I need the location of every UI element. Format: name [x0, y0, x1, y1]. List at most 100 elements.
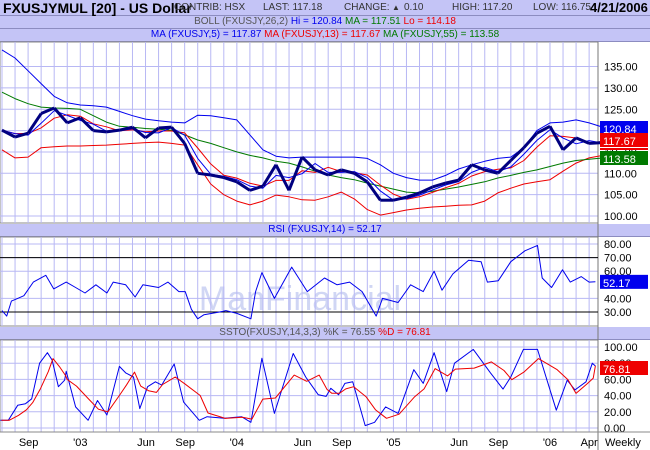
price-bar	[432, 181, 447, 189]
ssto-y-tick-label: 0.00	[604, 423, 625, 435]
ma-legend-bar: MA (FXUSJY,5) = 117.87 MA (FXUSJY,13) = …	[0, 29, 650, 42]
rsi-y-tick-label: 60.00	[604, 266, 632, 278]
ssto-k-line	[0, 348, 596, 427]
price-bar	[589, 141, 603, 145]
price-bar	[261, 163, 278, 187]
ma13-badge: 117.67	[603, 136, 636, 148]
triangle-up-icon: ▲	[392, 3, 400, 12]
rsi-panel-frame	[0, 236, 599, 327]
ssto-y-tick-label: 40.00	[604, 391, 632, 403]
price-bar	[561, 136, 578, 151]
x-tick-label: Jun	[294, 437, 312, 449]
rsi-badge: 52.17	[603, 278, 631, 290]
price-y-tick-label: 115.00	[604, 147, 637, 159]
price-y-tick-label: 130.00	[604, 83, 638, 95]
price-panel-frame	[0, 41, 599, 224]
ma55-badge-bg	[600, 151, 648, 165]
price-bar	[79, 116, 95, 132]
rsi-label: RSI (FXUSJY,14) = 52.17	[268, 224, 382, 235]
price-bar	[575, 136, 590, 145]
price-y-tick-label: 110.00	[604, 168, 637, 180]
x-tick-label: Sep	[489, 437, 509, 449]
price-bar	[210, 173, 225, 180]
price-bar	[471, 163, 486, 172]
symbol-title: FXUSJYMUL [20] - US Dollar	[3, 0, 192, 16]
price-bar	[457, 163, 473, 182]
low-price: LOW: 116.75	[533, 2, 591, 13]
price-bar	[393, 195, 407, 202]
price-bar	[301, 156, 317, 171]
ssto-y-tick-label: 60.00	[604, 374, 632, 386]
x-tick-label: '04	[230, 437, 244, 449]
price-bar	[536, 125, 551, 135]
ma5-label: MA (FXUSJY,5) = 117.87	[150, 29, 262, 40]
price-bar	[274, 164, 291, 192]
price-bar	[197, 171, 211, 177]
price-bar	[509, 146, 525, 162]
period-label: Weekly	[605, 437, 641, 449]
quote-date: 4/21/2006	[590, 0, 648, 15]
price-bar	[366, 180, 382, 202]
high-price: HIGH: 117.20	[452, 2, 513, 13]
rsi-y-tick-label: 80.00	[604, 239, 632, 251]
ma55-line	[1, 91, 603, 194]
price-bar	[353, 172, 369, 184]
price-bar	[131, 126, 147, 140]
ma13-line	[1, 114, 603, 200]
ssto-y-tick-label: 100.00	[604, 342, 638, 354]
x-tick-label: '03	[73, 437, 87, 449]
ssto-d-line	[1, 358, 596, 421]
rsi-badge-bg	[600, 274, 648, 289]
ma5-line	[1, 110, 603, 201]
price-bar	[287, 156, 304, 191]
boll-ma: MA = 117.51	[345, 16, 401, 27]
last-price: LAST: 117.18	[263, 2, 323, 13]
rsi-legend-bar: RSI (FXUSJY,14) = 52.17	[0, 224, 650, 237]
boll-lower-marker	[600, 148, 648, 150]
rsi-y-tick-label: 70.00	[604, 253, 632, 265]
boll-hi: Hi = 120.84	[290, 16, 343, 27]
x-tick-label: '06	[543, 437, 557, 449]
price-bar	[158, 125, 172, 130]
boll-legend-bar: BOLL (FXUSJY,26,2) Hi = 120.84 MA = 117.…	[0, 16, 650, 29]
price-bar	[119, 125, 133, 132]
x-tick-label: '05	[386, 437, 400, 449]
ssto-d-badge: 76.81	[603, 364, 631, 376]
x-tick-label: Apr	[581, 437, 598, 449]
watermark-logo: ManFinancial	[199, 280, 401, 318]
ssto-panel-frame	[0, 339, 599, 433]
ssto-y-tick-label: 80.00	[604, 358, 632, 370]
price-bar	[236, 180, 251, 192]
x-tick-label: Sep	[19, 437, 39, 449]
ma13-label: MA (FXUSJY,13) = 117.67	[264, 29, 381, 40]
price-y-tick-label: 135.00	[604, 62, 638, 74]
boll-upper-badge: 120.84	[603, 124, 637, 136]
price-bar	[93, 129, 107, 134]
title-bar: FXUSJYMUL [20] - US Dollar CONTRIB: HSX …	[0, 0, 650, 16]
price-bar	[522, 132, 539, 149]
price-bar	[314, 168, 329, 177]
price-bar	[405, 191, 420, 199]
rsi-y-tick-label: 30.00	[604, 307, 632, 319]
ssto-y-tick-label: 20.00	[604, 407, 632, 419]
price-bar	[340, 168, 355, 175]
price-y-tick-label: 125.00	[604, 104, 638, 116]
price-bar	[548, 125, 565, 151]
x-tick-label: Jun	[137, 437, 155, 449]
boll-lo: Lo = 114.18	[403, 16, 456, 27]
price-bar	[170, 126, 186, 145]
price-bar	[106, 128, 120, 134]
change-label: CHANGE:	[344, 2, 390, 13]
price-bar	[418, 185, 434, 195]
price-bar	[14, 131, 29, 139]
ssto-d-label: %D = 76.81	[378, 327, 431, 338]
price-bar	[496, 159, 512, 175]
price-bar	[1, 128, 16, 139]
price-bar	[249, 184, 264, 192]
price-bar	[66, 116, 81, 125]
price-bar	[40, 106, 55, 115]
price-y-tick-label: 100.00	[604, 211, 638, 223]
price-bar	[53, 106, 69, 124]
x-tick-label: Sep	[175, 437, 195, 449]
rsi-line	[1, 244, 596, 320]
